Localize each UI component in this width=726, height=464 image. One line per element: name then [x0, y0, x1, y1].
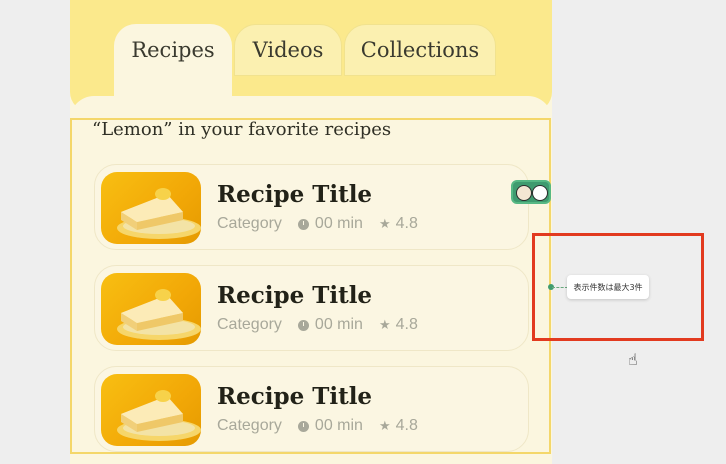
tab-collections[interactable]: Collections — [344, 24, 496, 76]
star-icon: ★ — [378, 317, 391, 333]
recipe-rating: 4.8 — [395, 417, 418, 434]
recipe-category: Category — [217, 215, 282, 232]
recipe-title: Recipe Title — [217, 383, 373, 410]
hand-cursor-icon: ☝ — [628, 350, 638, 369]
recipe-time: 00 min — [314, 417, 363, 434]
search-result-heading: “Lemon” in your favorite recipes — [92, 119, 392, 140]
recipe-meta: Category 00 min ★ 4.8 — [217, 215, 418, 233]
avatar-icon — [532, 185, 548, 201]
recipe-title: Recipe Title — [217, 282, 373, 309]
recipe-time: 00 min — [314, 215, 363, 232]
clock-icon — [297, 420, 309, 432]
recipe-time: 00 min — [314, 316, 363, 333]
tab-videos[interactable]: Videos — [234, 24, 342, 76]
annotation-connector — [552, 287, 568, 288]
recipe-title: Recipe Title — [217, 181, 373, 208]
recipe-card[interactable]: Recipe Title Category 00 min ★ 4.8 — [94, 366, 529, 452]
annotation-note[interactable]: 表示件数は最大3件 — [567, 275, 649, 299]
cake-slice-icon — [101, 172, 201, 244]
star-icon: ★ — [378, 216, 391, 232]
recipe-card[interactable]: Recipe Title Category 00 min ★ 4.8 — [94, 265, 529, 351]
recipe-card[interactable]: Recipe Title Category 00 min ★ 4.8 — [94, 164, 529, 250]
clock-icon — [297, 218, 309, 230]
tab-videos-label: Videos — [252, 38, 324, 62]
avatar-icon — [516, 185, 532, 201]
recipe-rating: 4.8 — [395, 316, 418, 333]
recipe-category: Category — [217, 316, 282, 333]
star-icon: ★ — [378, 418, 391, 434]
cake-slice-icon — [101, 273, 201, 345]
cake-slice-icon — [101, 374, 201, 446]
clock-icon — [297, 319, 309, 331]
recipe-rating: 4.8 — [395, 215, 418, 232]
recipe-meta: Category 00 min ★ 4.8 — [217, 316, 418, 334]
recipe-category: Category — [217, 417, 282, 434]
collaborator-avatars[interactable] — [511, 180, 551, 204]
tab-recipes-label: Recipes — [131, 38, 215, 62]
tab-collections-label: Collections — [360, 38, 480, 62]
recipe-meta: Category 00 min ★ 4.8 — [217, 417, 418, 435]
